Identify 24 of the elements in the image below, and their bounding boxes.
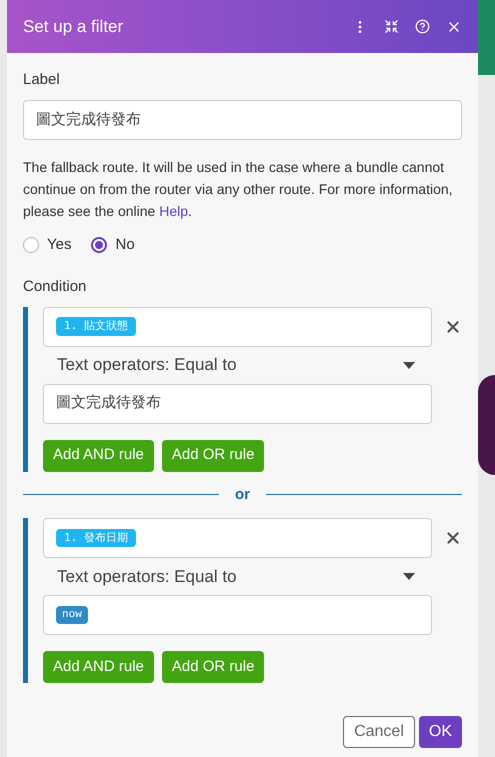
- caret-icon: [403, 362, 415, 368]
- radio-icon[interactable]: [23, 236, 39, 253]
- collapse-icon[interactable]: [384, 19, 399, 34]
- condition-label: Condition: [23, 277, 88, 297]
- variable-token: 1. 發布日期: [56, 528, 136, 548]
- ok-button[interactable]: OK: [418, 716, 462, 748]
- caret-icon: [403, 573, 415, 580]
- dialog-title: Set up a filter: [23, 16, 124, 38]
- radio-option[interactable]: No: [91, 234, 135, 256]
- field-label: Label: [23, 70, 61, 90]
- value-field[interactable]: now: [43, 595, 432, 635]
- description-text: The fallback route. It will be used in the case where a bundle cannot continue on from the router via any other route. For more information, please see the online Help.: [23, 158, 454, 221]
- or-separator: or: [235, 484, 250, 504]
- label-input[interactable]: 圖文完成待發布: [23, 100, 462, 140]
- variable-token: 1. 貼文狀態: [56, 317, 136, 336]
- function-token: now: [56, 606, 88, 624]
- operator-dropdown[interactable]: Text operators: Equal to: [43, 346, 462, 384]
- help-link[interactable]: Help: [159, 202, 188, 218]
- help-icon[interactable]: [415, 19, 430, 34]
- radio-option[interactable]: Yes: [23, 234, 72, 256]
- value-field[interactable]: 圖文完成待發布: [43, 384, 432, 424]
- operator-dropdown[interactable]: Text operators: Equal to: [43, 558, 462, 595]
- cancel-button[interactable]: Cancel: [343, 716, 415, 748]
- radio-icon[interactable]: [91, 236, 108, 253]
